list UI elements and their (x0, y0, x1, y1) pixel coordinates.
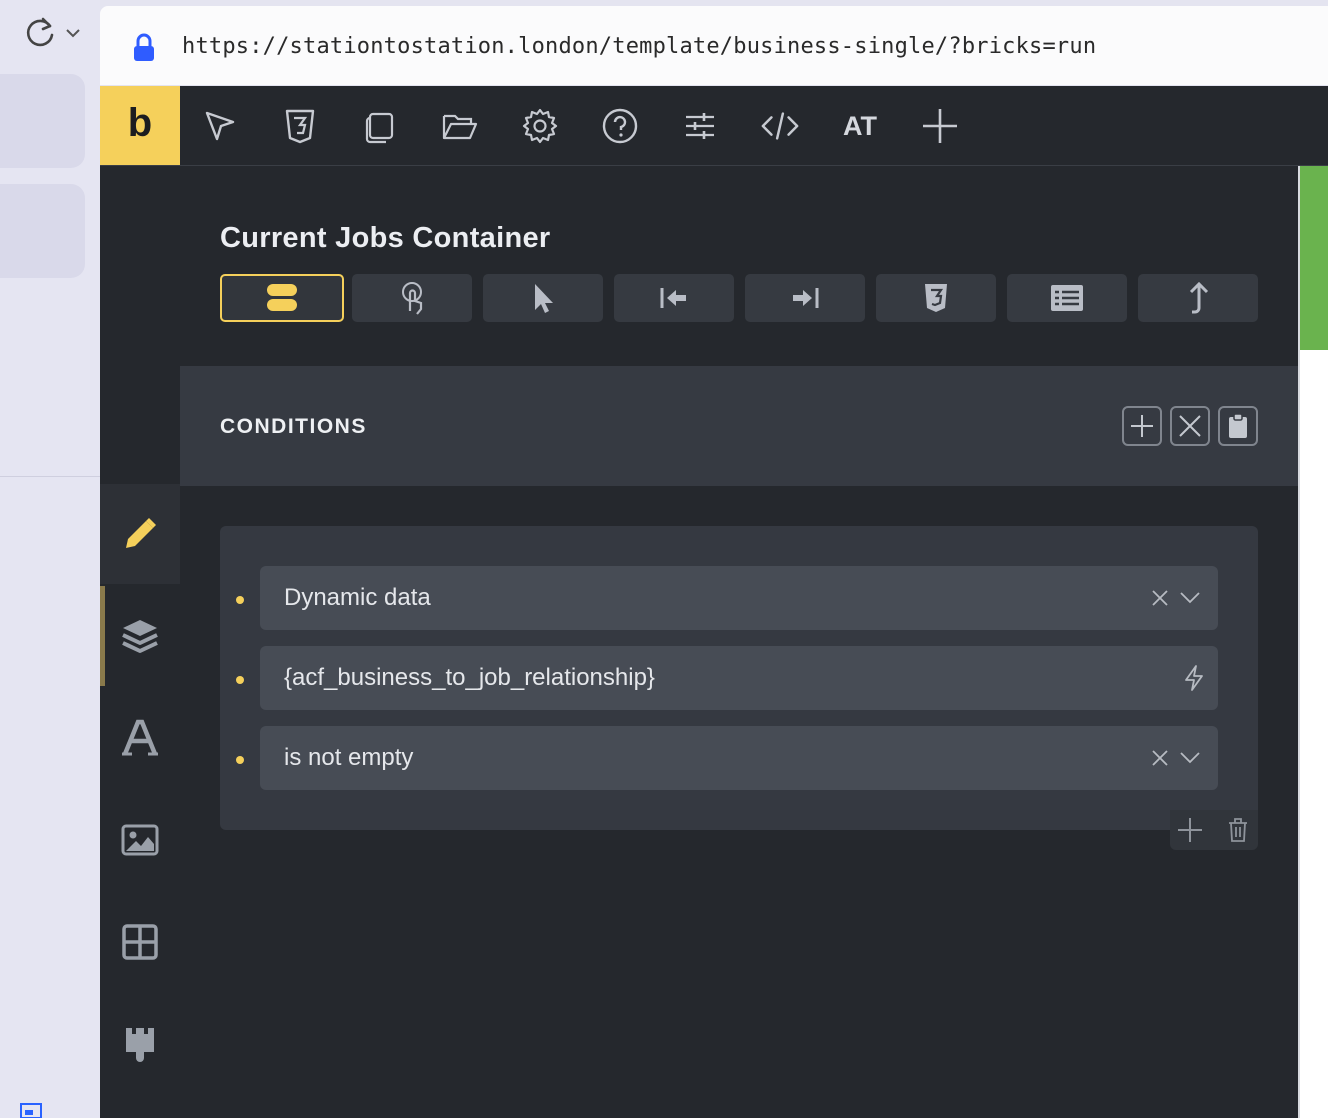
layers-icon[interactable] (100, 586, 180, 686)
bullet (236, 596, 244, 604)
tab-export[interactable] (1138, 274, 1258, 322)
add-condition-button[interactable] (1122, 406, 1162, 446)
condition-compare-value: is not empty (284, 744, 414, 771)
clear-icon[interactable] (1146, 584, 1174, 612)
tab-list[interactable] (1007, 274, 1127, 322)
brush-icon[interactable] (100, 994, 180, 1094)
export-icon (1189, 281, 1209, 314)
dynamic-data-value: {acf_business_to_job_relationship} (284, 664, 655, 691)
element-panel: Current Jobs Container CONDITIONS Dynami… (180, 166, 1298, 1118)
pointer-icon (535, 284, 553, 313)
bricks-builder: b AT Current Jobs Container CONDITIONS D… (100, 86, 1328, 1118)
chevron-down-icon[interactable] (64, 24, 82, 42)
url-text[interactable]: https://stationtostation.london/template… (182, 34, 1096, 59)
builder-toolbar: b AT (100, 86, 1328, 166)
bullet (236, 676, 244, 684)
condition-group: Dynamic data {acf_business_to_job_relati… (220, 526, 1258, 830)
chevron-down-icon[interactable] (1176, 744, 1204, 772)
settings-icon[interactable] (520, 106, 560, 146)
panel-sidebar (100, 166, 180, 1118)
at-button[interactable]: AT (840, 106, 880, 146)
conditions-title: CONDITIONS (220, 415, 367, 438)
css3-icon[interactable] (280, 106, 320, 146)
conditions-icon (267, 284, 297, 311)
window-icon[interactable] (20, 1102, 42, 1118)
lightning-icon[interactable] (1180, 664, 1208, 692)
pages-icon[interactable] (360, 106, 400, 146)
tab-previous[interactable] (614, 274, 734, 322)
conditions-header: CONDITIONS (180, 366, 1298, 486)
address-bar[interactable]: https://stationtostation.london/template… (100, 6, 1328, 85)
chevron-down-icon[interactable] (1176, 584, 1204, 612)
css-icon (925, 284, 947, 312)
previous-icon (660, 288, 686, 308)
page-title: Current Jobs Container (220, 222, 551, 254)
next-icon (793, 288, 819, 308)
tab-group[interactable] (0, 74, 85, 168)
reload-icon[interactable] (24, 16, 58, 50)
lock-icon (134, 33, 154, 61)
close-icon (1179, 415, 1201, 437)
condition-group-actions (1170, 810, 1258, 850)
help-icon[interactable] (600, 106, 640, 146)
typography-icon[interactable] (100, 688, 180, 788)
preview-block (1298, 166, 1328, 350)
tab-group[interactable] (0, 184, 85, 278)
clear-icon[interactable] (1146, 744, 1174, 772)
tab-interactions[interactable] (352, 274, 472, 322)
dynamic-data-field[interactable]: {acf_business_to_job_relationship} (260, 646, 1218, 710)
trash-icon[interactable] (1224, 816, 1252, 844)
plus-icon[interactable] (920, 106, 960, 146)
condition-key-select[interactable]: Dynamic data (260, 566, 1218, 630)
code-icon[interactable] (760, 106, 800, 146)
condition-key-value: Dynamic data (284, 584, 431, 611)
paste-conditions-button[interactable] (1218, 406, 1258, 446)
divider (0, 476, 100, 477)
interactions-icon (402, 282, 423, 315)
add-icon[interactable] (1176, 816, 1204, 844)
list-icon (1051, 285, 1083, 311)
tab-css[interactable] (876, 274, 996, 322)
folder-icon[interactable] (440, 106, 480, 146)
image-icon[interactable] (100, 790, 180, 890)
tab-next[interactable] (745, 274, 865, 322)
bullet (236, 756, 244, 764)
clipboard-icon (1229, 413, 1247, 438)
at-label: AT (843, 110, 877, 141)
clear-conditions-button[interactable] (1170, 406, 1210, 446)
cursor-icon[interactable] (200, 106, 240, 146)
divider (1298, 166, 1300, 1118)
browser-sidebar (0, 0, 100, 1118)
grid-icon[interactable] (100, 892, 180, 992)
tab-conditions[interactable] (220, 274, 344, 322)
bricks-logo[interactable]: b (100, 86, 180, 165)
sliders-icon[interactable] (680, 106, 720, 146)
condition-compare-select[interactable]: is not empty (260, 726, 1218, 790)
tab-pointer[interactable] (483, 274, 603, 322)
canvas-preview (1298, 166, 1328, 1118)
plus-icon (1131, 415, 1153, 437)
edit-icon[interactable] (100, 484, 180, 584)
